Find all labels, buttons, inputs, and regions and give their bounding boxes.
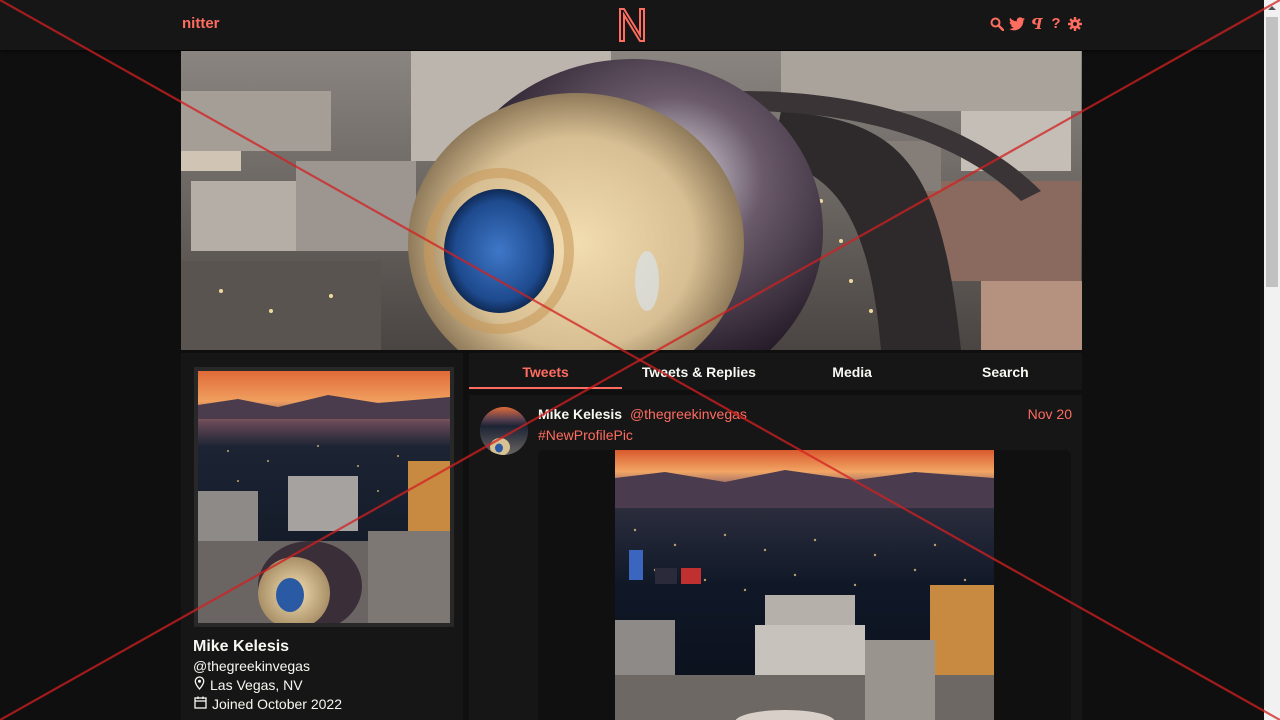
tab-search[interactable]: Search [929,353,1082,390]
profile-card: Mike Kelesis @thegreekinvegas Las Vegas,… [181,353,463,720]
tweet-media [538,450,1071,720]
brand-link[interactable]: nitter [182,15,220,32]
tweet-fullname[interactable]: Mike Kelesis [538,406,622,422]
timeline-tabs: Tweets Tweets & Replies Media Search [469,353,1082,390]
profile-location: Las Vegas, NV [194,676,303,693]
profile-joined: Joined October 2022 [194,696,342,712]
gear-icon[interactable] [1068,16,1082,32]
location-text: Las Vegas, NV [210,676,303,693]
search-icon[interactable] [990,16,1004,32]
joined-text: Joined October 2022 [212,696,342,712]
tab-tweets-replies[interactable]: Tweets & Replies [622,353,775,390]
tab-tweets[interactable]: Tweets [469,353,623,390]
tweet-header: Mike Kelesis @thegreekinvegas Nov 20 [538,406,1072,424]
help-icon[interactable]: ? [1049,16,1063,32]
page-scrollbar[interactable] [1264,0,1280,720]
twitter-bird-icon[interactable] [1009,16,1025,32]
scroll-up-arrow[interactable] [1264,0,1280,16]
nav-icon-group: ꟼ ? [990,16,1082,32]
profile-banner[interactable] [181,51,1082,350]
profile-fullname[interactable]: Mike Kelesis [193,638,289,656]
timeline-item[interactable]: Mike Kelesis @thegreekinvegas Nov 20 #Ne… [469,395,1082,720]
scroll-thumb[interactable] [1266,17,1278,287]
location-pin-icon [194,676,205,693]
tweet-date[interactable]: Nov 20 [1028,406,1072,422]
tweet-hashtag-link[interactable]: #NewProfilePic [538,427,633,443]
tweet-image[interactable] [615,450,994,720]
rss-icon[interactable]: ꟼ [1030,16,1044,32]
tweet-avatar[interactable] [480,407,528,455]
nitter-logo[interactable] [616,7,648,43]
calendar-icon [194,696,207,712]
profile-username[interactable]: @thegreekinvegas [193,658,310,674]
tweet-username[interactable]: @thegreekinvegas [630,406,747,422]
profile-avatar[interactable] [194,367,454,627]
tab-media[interactable]: Media [776,353,929,390]
navbar: nitter ꟼ ? [0,0,1264,50]
